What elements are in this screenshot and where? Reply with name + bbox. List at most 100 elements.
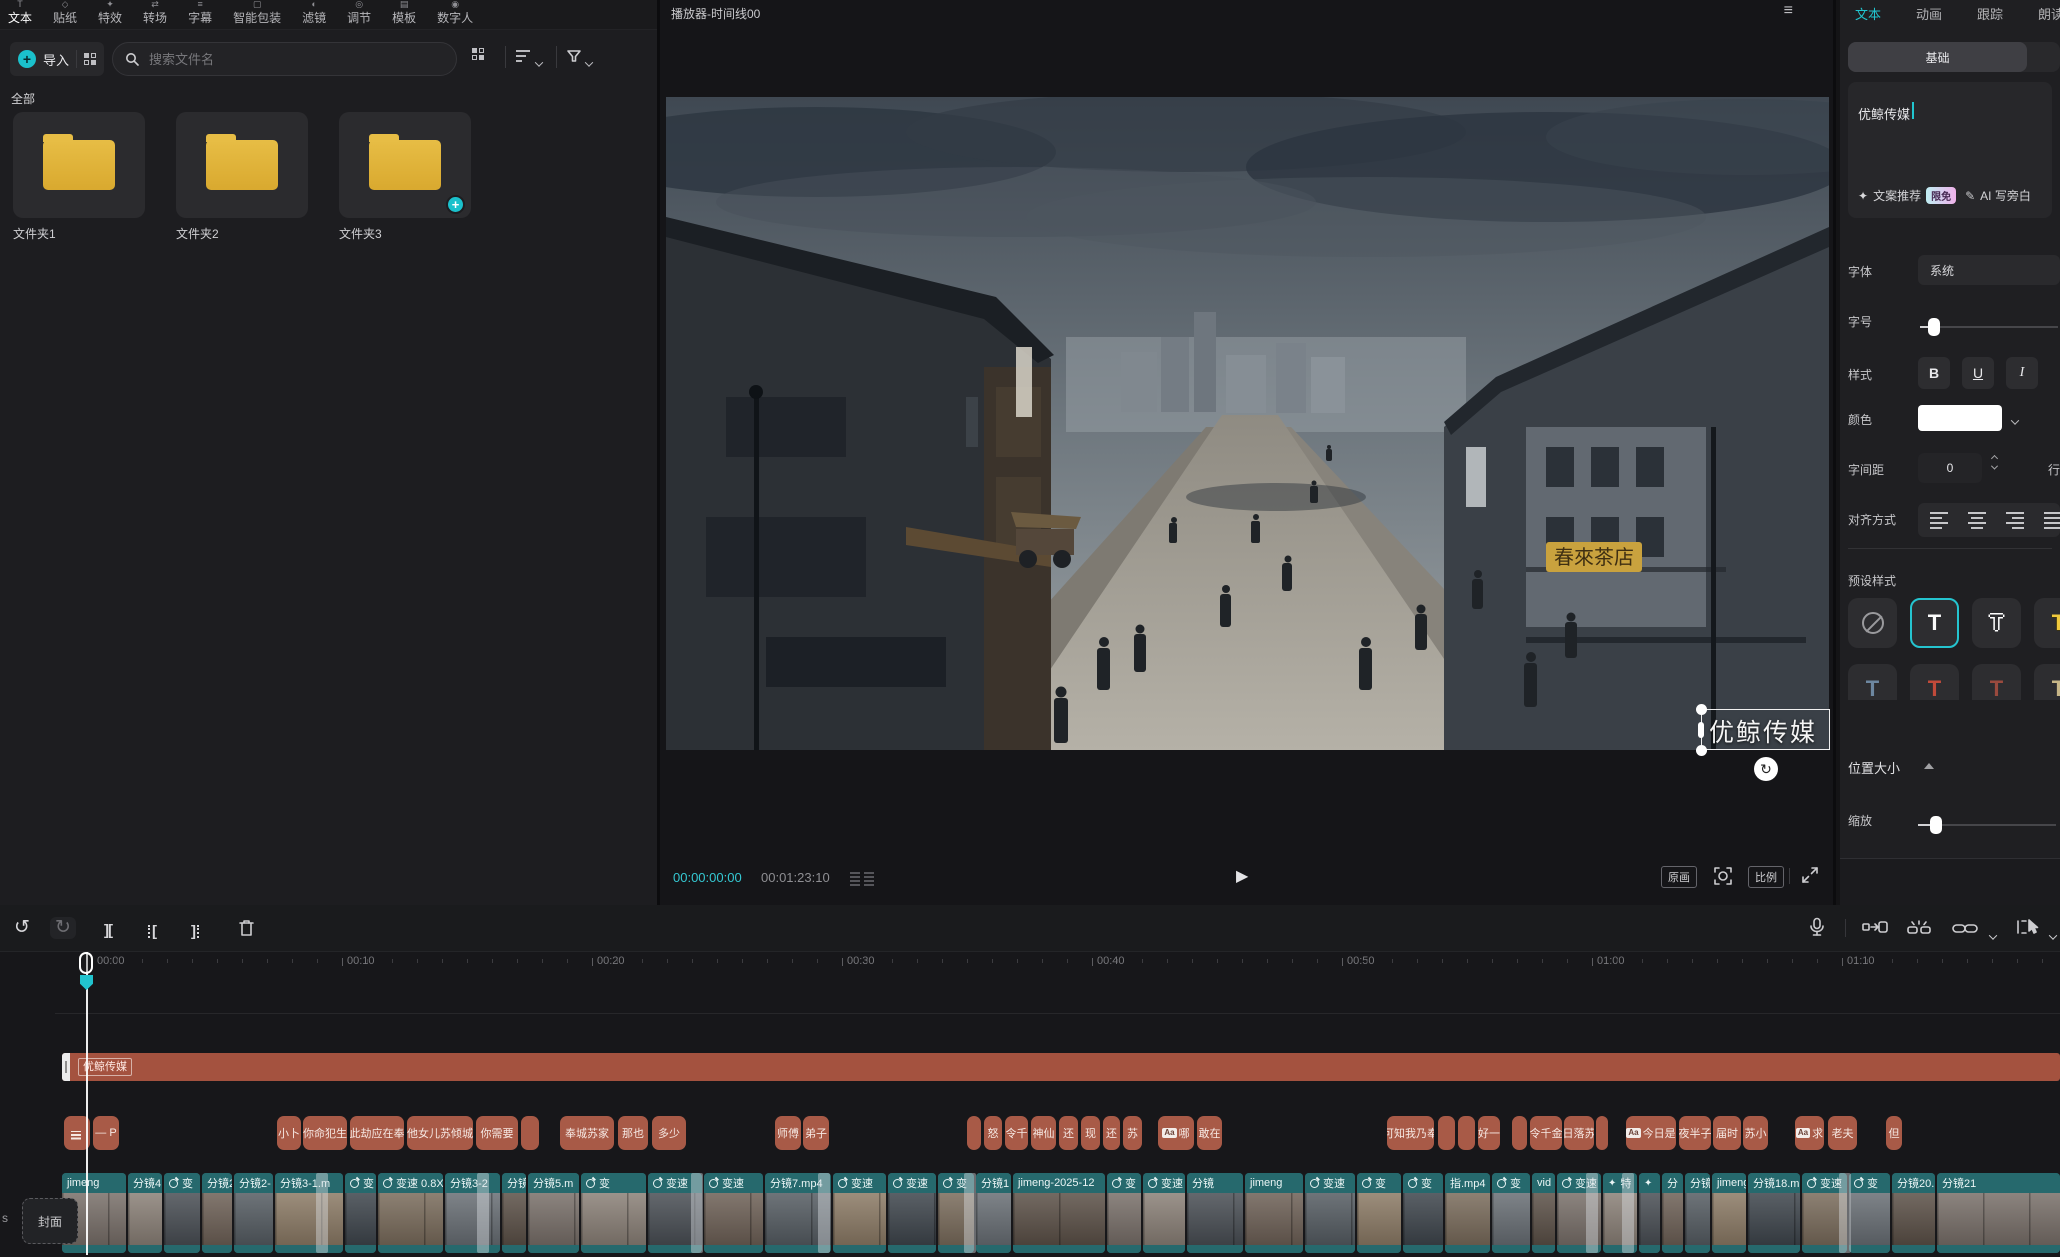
underline-button[interactable]: U: [1962, 357, 1994, 389]
tab-text[interactable]: 文本: [1855, 4, 1881, 23]
search-input[interactable]: [147, 51, 427, 68]
preview-axis-icon[interactable]: [1905, 919, 1933, 943]
preset-style-tile[interactable]: T: [1910, 598, 1959, 648]
sort-icon[interactable]: [516, 50, 530, 62]
main-text-track[interactable]: 优鲸传媒: [62, 1053, 2060, 1081]
align-center-icon[interactable]: [1968, 512, 1986, 529]
subtitle-clip[interactable]: 苏: [1123, 1116, 1142, 1150]
preset-style-tile[interactable]: T: [1848, 664, 1897, 700]
subtitle-clip[interactable]: [521, 1116, 539, 1150]
clip-boundary-highlight[interactable]: [691, 1173, 703, 1253]
folder-item[interactable]: 文件夹1: [13, 112, 145, 242]
align-left-icon[interactable]: [1930, 512, 1948, 529]
subtitle-clip[interactable]: 今日是: [1626, 1116, 1676, 1150]
folder-item[interactable]: + 文件夹3: [339, 112, 471, 242]
undo-icon[interactable]: ↺: [14, 917, 30, 939]
subtitle-clip[interactable]: 那也: [618, 1116, 648, 1150]
video-clip[interactable]: jimeng-2025-12: [1013, 1173, 1105, 1253]
video-clip[interactable]: 变: [345, 1173, 376, 1253]
video-clip[interactable]: jimeng: [1712, 1173, 1746, 1253]
position-size-section[interactable]: 位置大小: [1848, 758, 1900, 777]
align-justify-icon[interactable]: [2044, 512, 2060, 529]
video-clip[interactable]: [1639, 1173, 1660, 1253]
video-clip[interactable]: 分镜3-2: [445, 1173, 500, 1253]
align-right-icon[interactable]: [2006, 512, 2024, 529]
bold-button[interactable]: B: [1918, 357, 1950, 389]
subtitle-clip[interactable]: 现: [1081, 1116, 1100, 1150]
video-clip[interactable]: 分镜2-: [234, 1173, 273, 1253]
subtitle-clip[interactable]: 令千: [1005, 1116, 1028, 1150]
subtitle-clip[interactable]: 还: [1103, 1116, 1120, 1150]
video-clip[interactable]: 指.mp4: [1445, 1173, 1490, 1253]
clip-boundary-highlight[interactable]: [964, 1173, 976, 1253]
copy-suggest-button[interactable]: 文案推荐: [1873, 187, 1921, 204]
subtitle-clip[interactable]: 好一: [1478, 1116, 1500, 1150]
video-clip[interactable]: 分镜2: [202, 1173, 232, 1253]
folder-card[interactable]: [13, 112, 145, 218]
color-swatch[interactable]: [1918, 405, 2002, 431]
video-clip[interactable]: 变: [1403, 1173, 1443, 1253]
clip-boundary-highlight[interactable]: [1622, 1173, 1634, 1253]
rotate-handle-icon[interactable]: ↻: [1754, 757, 1778, 781]
subtitle-clip[interactable]: 还: [1059, 1116, 1078, 1150]
play-button[interactable]: ▶: [1236, 866, 1248, 886]
subtitle-clip[interactable]: 求: [1795, 1116, 1824, 1150]
subtitle-clip[interactable]: 日落苏: [1564, 1116, 1594, 1150]
tab-reading[interactable]: 朗读: [2038, 4, 2060, 23]
redo-icon[interactable]: ↻: [50, 917, 76, 939]
folder-item[interactable]: 文件夹2: [176, 112, 308, 242]
preset-style-tile[interactable]: T: [1972, 664, 2021, 700]
subtitle-clip[interactable]: [1512, 1116, 1527, 1150]
folder-add-icon[interactable]: +: [446, 195, 465, 214]
cursor-chevron-icon[interactable]: [2050, 927, 2056, 945]
grid-view-icon[interactable]: [472, 48, 484, 60]
subtitle-clip[interactable]: 夜半子: [1679, 1116, 1711, 1150]
delete-icon[interactable]: [238, 919, 255, 943]
player-menu-icon[interactable]: ≡: [1784, 2, 1793, 20]
preview-zoom-icon[interactable]: [1713, 866, 1733, 891]
link-icon[interactable]: [1952, 919, 1978, 941]
subtitle-clip[interactable]: 多少: [652, 1116, 686, 1150]
subtitle-clip[interactable]: — P: [93, 1116, 119, 1150]
snap-icon[interactable]: [1862, 919, 1888, 941]
folder-card[interactable]: +: [339, 112, 471, 218]
subtitle-clip[interactable]: 苏小: [1743, 1116, 1768, 1150]
preset-style-tile[interactable]: T: [1910, 664, 1959, 700]
tab-animation[interactable]: 动画: [1916, 4, 1942, 23]
playhead-stem[interactable]: [86, 952, 88, 1255]
trim-handle-left[interactable]: [62, 1053, 70, 1081]
video-clip[interactable]: 变速: [1143, 1173, 1185, 1253]
timeline-ruler[interactable]: 00:0000:1000:2000:3000:4000:5001:0001:10: [0, 952, 2060, 977]
top-menu-item[interactable]: ▢ 智能包装: [233, 0, 281, 26]
video-clip[interactable]: 变: [1492, 1173, 1530, 1253]
video-clip[interactable]: 变: [1357, 1173, 1401, 1253]
panel-toggle-icon[interactable]: [84, 53, 96, 65]
original-quality-button[interactable]: 原画: [1661, 866, 1697, 888]
top-menu-item[interactable]: ▤ 模板: [392, 0, 416, 26]
selection-handle-bottom-left[interactable]: [1696, 745, 1707, 756]
scale-slider-handle[interactable]: [1930, 816, 1942, 834]
subtitle-clip[interactable]: 师傅: [775, 1116, 801, 1150]
top-menu-item[interactable]: ≡ 字幕: [188, 0, 212, 26]
video-clip[interactable]: 分镜4: [128, 1173, 162, 1253]
letter-spacing-input[interactable]: 0: [1918, 453, 1982, 483]
split-left-icon[interactable]: [: [146, 920, 156, 943]
record-voiceover-icon[interactable]: [1808, 917, 1826, 943]
subtitle-clip[interactable]: 他女儿苏倾城: [407, 1116, 473, 1150]
subtitle-clip[interactable]: 神仙: [1031, 1116, 1056, 1150]
clip-boundary-highlight[interactable]: [1586, 1173, 1598, 1253]
video-clip[interactable]: 分镜: [1685, 1173, 1710, 1253]
split-icon[interactable]: ][: [104, 920, 112, 942]
video-clip[interactable]: 变速: [1305, 1173, 1355, 1253]
subtitle-clip[interactable]: 此劫应在奉: [350, 1116, 404, 1150]
video-clip[interactable]: 分镜5.m: [528, 1173, 579, 1253]
select-cursor-icon[interactable]: [2016, 918, 2040, 942]
folder-card[interactable]: [176, 112, 308, 218]
import-button[interactable]: 导入: [43, 50, 69, 69]
font-dropdown[interactable]: 系统: [1918, 255, 2060, 285]
letter-spacing-stepper[interactable]: [1992, 456, 1997, 470]
video-clip[interactable]: 变速: [704, 1173, 763, 1253]
font-size-slider-handle[interactable]: [1928, 318, 1940, 336]
ratio-button[interactable]: 比例: [1748, 866, 1784, 888]
subtitle-clip[interactable]: 弟子: [803, 1116, 829, 1150]
